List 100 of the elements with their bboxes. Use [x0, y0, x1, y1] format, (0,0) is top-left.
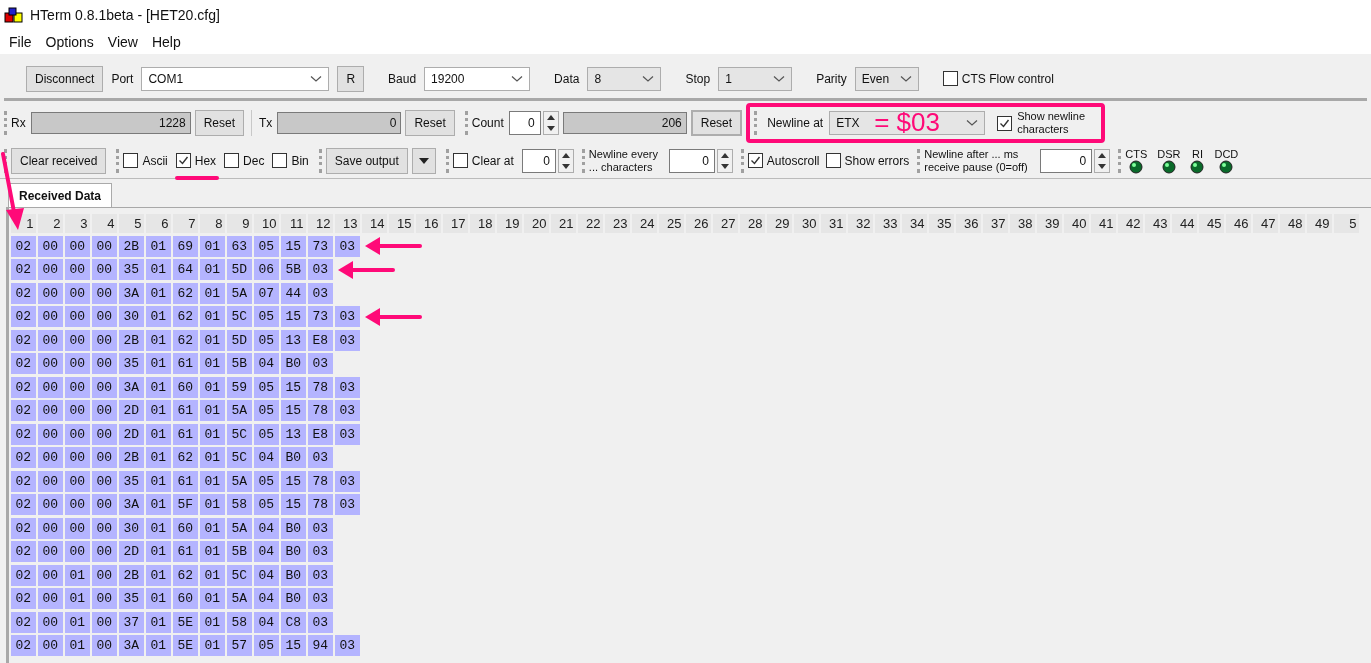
toolbar-grip[interactable]: [581, 148, 585, 173]
hex-byte-cell: 62: [173, 306, 198, 327]
hex-byte-cell: 00: [92, 447, 117, 468]
column-header: 5: [1334, 214, 1359, 233]
checkbox[interactable]: [123, 153, 139, 168]
hex-byte-cell: 03: [335, 235, 360, 257]
hex-byte-cell: 00: [38, 376, 63, 398]
tx-counter-field: 0: [277, 112, 402, 134]
column-header: 39: [1037, 214, 1062, 233]
toolbar-grip[interactable]: [445, 148, 449, 173]
dropdown-button[interactable]: [411, 147, 436, 174]
checkbox[interactable]: [747, 153, 763, 168]
checkbox-label: CTS Flow control: [961, 70, 1054, 88]
column-header: 34: [902, 214, 927, 233]
stop-bits-dropdown[interactable]: 1: [718, 66, 793, 91]
hex-byte-cell: 01: [146, 611, 171, 633]
hex-byte-cell: 30: [119, 517, 144, 539]
toolbar-grip[interactable]: [1118, 148, 1122, 173]
hex-byte-cell: 00: [38, 259, 63, 280]
column-header: 25: [659, 214, 684, 233]
hex-byte-cell: 03: [308, 517, 333, 539]
hex-byte-cell: 02: [11, 588, 36, 609]
checkbox[interactable]: [175, 153, 191, 168]
hex-byte-cell: 00: [65, 447, 90, 468]
hex-byte-cell: 03: [308, 259, 333, 280]
reset-button[interactable]: Reset: [194, 110, 245, 136]
hex-byte-cell: 01: [200, 588, 225, 609]
toolbar-grip[interactable]: [740, 148, 744, 173]
checkbox[interactable]: [224, 153, 240, 168]
spinner-buttons[interactable]: [542, 111, 559, 135]
menu-item[interactable]: File: [2, 31, 39, 53]
clear-received-button[interactable]: Clear received: [11, 147, 107, 174]
hex-byte-cell: 04: [254, 611, 279, 633]
number-field[interactable]: 0: [668, 148, 715, 173]
hex-byte-cell: 00: [92, 541, 117, 562]
hex-byte-cell: 02: [11, 447, 36, 468]
hex-byte-cell: 02: [11, 306, 36, 327]
data-bits-dropdown[interactable]: 8: [587, 66, 662, 91]
number-field[interactable]: 0: [1040, 148, 1093, 173]
disconnect-button[interactable]: Disconnect: [26, 65, 104, 92]
hex-byte-cell: 13: [281, 423, 306, 445]
hex-byte-cell: 61: [173, 423, 198, 445]
column-header: 22: [578, 214, 603, 233]
field-label: Newline at: [767, 115, 824, 132]
toolbar-grip[interactable]: [116, 148, 120, 173]
toolbar-grip[interactable]: [464, 111, 468, 135]
hex-byte-cell: 00: [38, 282, 63, 304]
hex-byte-cell: 01: [146, 470, 171, 492]
port-dropdown[interactable]: COM1: [141, 66, 330, 91]
hex-byte-cell: 44: [281, 282, 306, 304]
hex-byte-cell: 2B: [119, 564, 144, 586]
hex-byte-cell: 05: [254, 470, 279, 492]
toolbar-grip[interactable]: [4, 111, 7, 135]
hex-byte-cell: 02: [11, 282, 36, 304]
baud-dropdown[interactable]: 19200: [424, 66, 531, 91]
hex-byte-cell: E8: [308, 329, 333, 351]
checkbox[interactable]: [452, 153, 468, 168]
hex-byte-cell: 02: [11, 400, 36, 421]
hex-byte-cell: 02: [11, 517, 36, 539]
signal-label: CTS: [1125, 147, 1148, 160]
toolbar-grip[interactable]: [318, 148, 322, 173]
toolbar-grip[interactable]: [917, 148, 921, 173]
menu-item[interactable]: Options: [38, 31, 101, 53]
received-data-tab[interactable]: Received Data: [8, 183, 113, 207]
hex-byte-cell: 2D: [119, 541, 144, 562]
spinner-buttons[interactable]: [716, 148, 733, 173]
hex-byte-cell: 00: [92, 494, 117, 515]
menu-item[interactable]: Help: [144, 31, 188, 53]
column-header: 10: [254, 214, 279, 233]
hex-byte-cell: 00: [38, 541, 63, 562]
refresh-button[interactable]: R: [337, 65, 365, 92]
menu-item[interactable]: View: [100, 31, 145, 53]
caret-icon: [418, 157, 429, 164]
hex-byte-cell: 5F: [173, 494, 198, 515]
spinner-buttons[interactable]: [557, 148, 574, 173]
hex-byte-cell: 5C: [227, 564, 252, 586]
reset-button[interactable]: Reset: [690, 110, 743, 136]
number-field[interactable]: 0: [508, 111, 541, 135]
spinner-buttons[interactable]: [1094, 148, 1111, 173]
annotation-arrow: [337, 259, 395, 280]
checkbox[interactable]: [825, 153, 841, 168]
reset-button[interactable]: Reset: [405, 110, 455, 136]
hex-byte-cell: 5E: [173, 611, 198, 633]
hex-byte-cell: 58: [227, 494, 252, 515]
checkbox[interactable]: [272, 153, 288, 168]
hex-byte-cell: 15: [281, 376, 306, 398]
hex-byte-cell: 05: [254, 400, 279, 421]
checkbox[interactable]: [942, 71, 958, 86]
hex-byte-cell: 03: [335, 306, 360, 327]
hex-byte-cell: 00: [92, 376, 117, 398]
newline-dropdown[interactable]: ETX = $03: [829, 111, 986, 135]
parity-dropdown[interactable]: Even: [854, 66, 919, 91]
checkbox[interactable]: [997, 115, 1013, 131]
hex-byte-cell: 00: [65, 353, 90, 374]
save-output-button[interactable]: Save output: [325, 147, 408, 174]
checkbox-label: Autoscroll: [766, 152, 820, 170]
column-header: 27: [713, 214, 738, 233]
number-field[interactable]: 0: [521, 148, 556, 173]
column-header: 8: [200, 214, 225, 233]
toolbar-grip[interactable]: [754, 111, 758, 135]
